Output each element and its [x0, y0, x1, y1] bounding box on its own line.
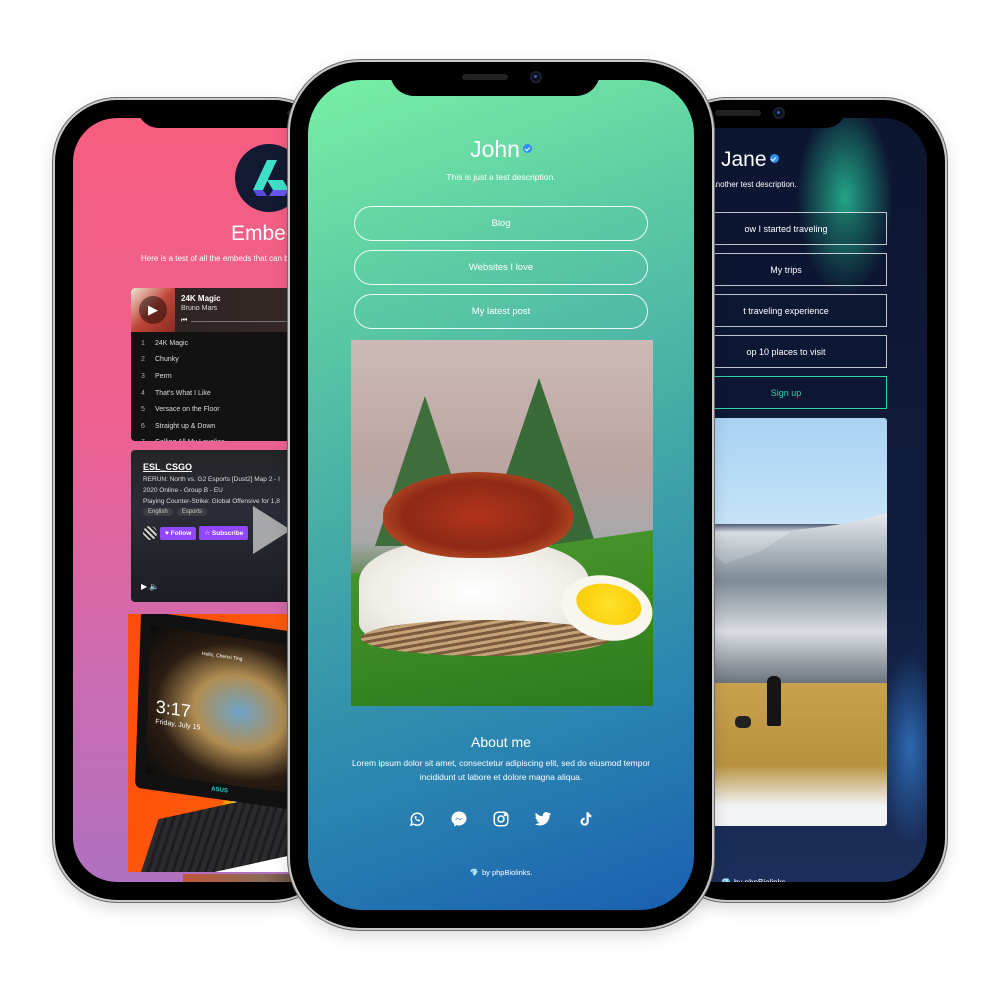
- john-screen: John This is just a test description. Bl…: [308, 80, 694, 910]
- subscribe-button[interactable]: ☆ Subscribe: [199, 526, 249, 540]
- play-icon[interactable]: ▶: [139, 296, 167, 324]
- profile-description: s another test description.: [705, 180, 797, 189]
- laptop-screen: Hello, Chenxi Ting 3:17 Friday, July 15 …: [134, 614, 314, 812]
- social-links: [308, 810, 694, 828]
- track-artist: Bruno Mars: [181, 305, 218, 312]
- previous-icon[interactable]: ⏮: [181, 317, 187, 325]
- link-button[interactable]: op 10 places to visit: [685, 335, 887, 368]
- about-heading: About me: [471, 734, 531, 750]
- footer-branding[interactable]: 💎by phpBiolinks.: [308, 868, 694, 877]
- instagram-icon[interactable]: [492, 810, 510, 828]
- page-description: Here is a test of all the embeds that ca…: [141, 254, 305, 263]
- link-button-latest-post[interactable]: My latest post: [354, 294, 648, 329]
- camera-icon: [773, 107, 785, 119]
- tag-list: English Esports: [143, 508, 208, 516]
- link-button[interactable]: My trips: [685, 253, 887, 286]
- gem-icon: 💎: [721, 878, 731, 882]
- twitter-icon[interactable]: [534, 810, 552, 828]
- channel-avatar: [143, 526, 157, 540]
- link-button[interactable]: t traveling experience: [685, 294, 887, 327]
- stream-title: RERUN: North vs. G2 Esports [Dust2] Map …: [143, 476, 280, 483]
- tiktok-icon[interactable]: [576, 810, 594, 828]
- messenger-icon[interactable]: [450, 810, 468, 828]
- verified-icon: [522, 144, 532, 154]
- whatsapp-icon[interactable]: [408, 810, 426, 828]
- phone-mockup-john: John This is just a test description. Bl…: [290, 62, 712, 928]
- notch: [390, 62, 600, 96]
- verified-icon: [769, 153, 779, 163]
- link-button-blog[interactable]: Blog: [354, 206, 648, 241]
- profile-name: Jane: [721, 148, 779, 172]
- about-text: Lorem ipsum dolor sit amet, consectetur …: [351, 758, 651, 782]
- link-list: Blog Websites I love My latest post: [354, 206, 648, 338]
- channel-name[interactable]: ESL_CSGO: [143, 462, 192, 472]
- stream-title-line2: 2020 Online - Group B - EU: [143, 487, 223, 494]
- camera-icon: [530, 71, 542, 83]
- link-button-websites[interactable]: Websites I love: [354, 250, 648, 285]
- link-button[interactable]: ow I started traveling: [685, 212, 887, 245]
- follow-button[interactable]: ♥ Follow: [160, 526, 197, 540]
- footer-branding[interactable]: 💎by phpBiolinks.: [721, 878, 788, 882]
- food-photo[interactable]: [351, 340, 653, 706]
- signup-button[interactable]: Sign up: [685, 376, 887, 409]
- gem-icon: 💎: [469, 868, 479, 877]
- game-info: Playing Counter-Strike: Global Offensive…: [143, 498, 280, 505]
- player-controls[interactable]: ▶ 🔈: [141, 582, 159, 591]
- track-title: 24K Magic: [181, 294, 221, 303]
- profile-name: John: [308, 136, 694, 163]
- laptop-brand: ASUS: [211, 786, 228, 795]
- big-play-icon[interactable]: [253, 506, 291, 554]
- profile-description: This is just a test description.: [446, 172, 556, 182]
- tag[interactable]: English: [143, 508, 173, 516]
- link-list: ow I started traveling My trips t travel…: [685, 212, 887, 417]
- tag[interactable]: Esports: [176, 508, 208, 516]
